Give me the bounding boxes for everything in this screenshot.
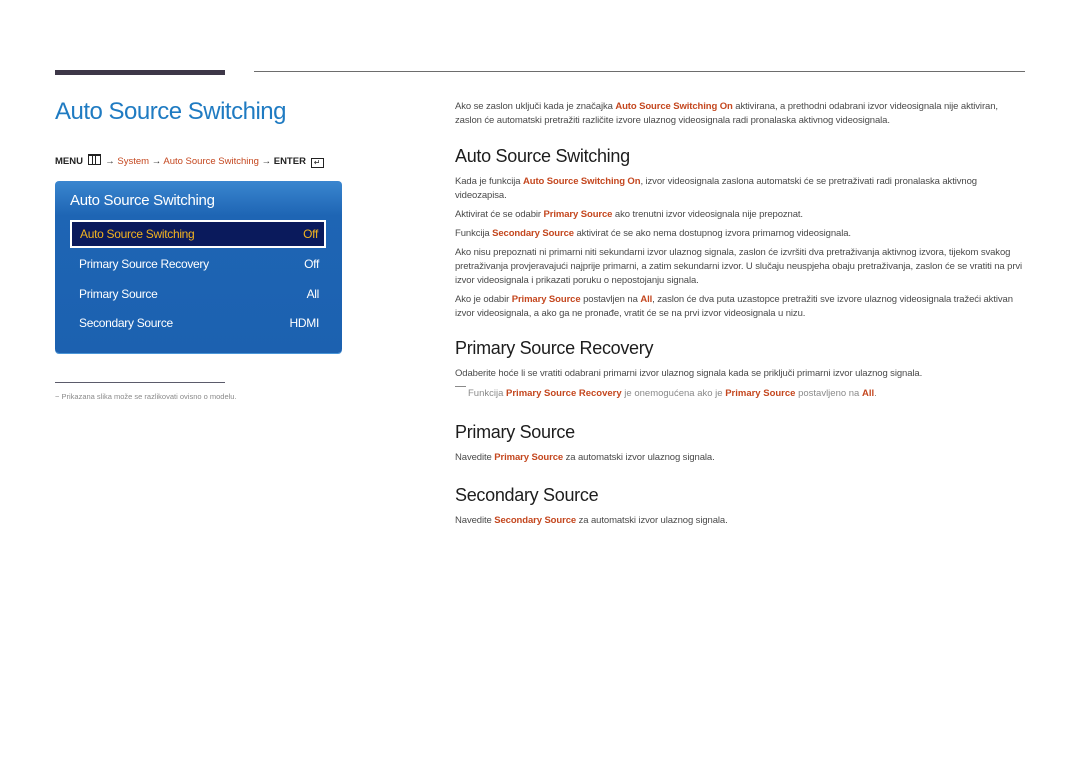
text: je onemogućena ako je [621, 388, 726, 399]
footnote: − Prikazana slika može se razlikovati ov… [55, 392, 237, 401]
paragraph: Ako nisu prepoznati ni primarni niti sek… [455, 247, 1023, 286]
osd-item-label: Primary Source [79, 287, 158, 301]
osd-menu-panel: Auto Source Switching Auto Source Switch… [55, 181, 342, 353]
text: Ako se zaslon uključi kada je značajka [455, 101, 616, 112]
text: . [874, 388, 877, 399]
osd-item-auto-source-switching[interactable]: Auto Source Switching Off [70, 220, 326, 248]
text: Kada je funkcija [455, 176, 524, 187]
osd-item-label: Secondary Source [79, 316, 173, 330]
osd-item-value: Off [304, 257, 319, 271]
highlight-term: Primary Source Recovery [506, 388, 622, 399]
arrow-1: → [105, 156, 115, 167]
paragraph: Kada je funkcija Auto Source Switching O… [455, 175, 1027, 203]
osd-item-value: All [306, 287, 320, 301]
heading-primary-source-recovery: Primary Source Recovery [455, 338, 654, 358]
text: Ako je odabir [455, 294, 512, 305]
paragraph: Funkcija Secondary Source aktivirat će s… [455, 227, 1027, 241]
breadcrumb-auto-source-switching: Auto Source Switching [163, 156, 259, 167]
paragraph: Navedite Secondary Source za automatski … [455, 514, 1027, 528]
osd-title: Auto Source Switching [70, 192, 215, 209]
heading-primary-source: Primary Source [455, 422, 575, 442]
menu-path-breadcrumb: MENU → System → Auto Source Switching → … [55, 154, 324, 168]
highlight-term: All [640, 294, 653, 305]
header-rule-thin [254, 71, 1025, 72]
osd-item-value: Off [303, 227, 318, 241]
osd-item-primary-source-recovery[interactable]: Primary Source Recovery Off [71, 251, 325, 277]
main-content: Ako se zaslon uključi kada je značajka A… [455, 100, 1027, 533]
text: Navedite [455, 452, 495, 463]
header-rule-thick [55, 70, 225, 75]
paragraph: Ako je odabir Primary Source postavljen … [455, 293, 1027, 321]
arrow-2: → [151, 156, 162, 167]
text: za automatski izvor ulaznog signala. [576, 515, 728, 526]
text: Navedite [455, 515, 495, 526]
highlight-term: All [861, 388, 875, 399]
highlight-term: Auto Source Switching On [615, 101, 733, 112]
paragraph: Navedite Primary Source za automatski iz… [455, 451, 1027, 465]
paragraph: Aktivirat će se odabir Primary Source ak… [455, 208, 1027, 222]
text: postavljeno na [795, 388, 862, 399]
highlight-term: Primary Source [543, 209, 613, 220]
heading-auto-source-switching: Auto Source Switching [455, 146, 630, 166]
menu-label: MENU [55, 156, 83, 167]
text: Aktivirat će se odabir [455, 209, 544, 220]
osd-item-label: Auto Source Switching [80, 227, 195, 241]
enter-return-icon: ↵ [310, 158, 324, 168]
text: postavljen na [580, 294, 641, 305]
text: ako trenutni izvor videosignala nije pre… [612, 209, 803, 220]
breadcrumb-system: System [117, 156, 150, 167]
note: Funkcija Primary Source Recovery je onem… [455, 386, 1027, 401]
footnote-dash: − [55, 392, 60, 401]
text: za automatski izvor ulaznog signala. [563, 452, 715, 463]
footnote-divider [55, 382, 225, 383]
paragraph: Odaberite hoće li se vratiti odabrani pr… [455, 368, 923, 379]
highlight-term: Auto Source Switching On [523, 176, 641, 187]
note-dash [455, 386, 466, 387]
highlight-term: Primary Source [511, 294, 581, 305]
highlight-term: Secondary Source [494, 515, 577, 526]
enter-label: ENTER [273, 156, 306, 167]
highlight-term: Primary Source [725, 388, 796, 399]
osd-item-label: Primary Source Recovery [79, 257, 209, 271]
osd-item-primary-source[interactable]: Primary Source All [71, 281, 325, 307]
text: aktivirat će se ako nema dostupnog izvor… [573, 228, 851, 239]
arrow-3: → [261, 156, 272, 167]
heading-secondary-source: Secondary Source [455, 485, 599, 505]
menu-grid-icon [87, 154, 101, 165]
intro-paragraph: Ako se zaslon uključi kada je značajka A… [455, 100, 1027, 128]
text: Funkcija [468, 388, 507, 399]
highlight-term: Secondary Source [492, 228, 574, 239]
footnote-text: Prikazana slika može se razlikovati ovis… [61, 392, 237, 401]
page-title: Auto Source Switching [55, 98, 286, 125]
highlight-term: Primary Source [494, 452, 564, 463]
osd-item-value: HDMI [289, 316, 320, 330]
osd-item-secondary-source[interactable]: Secondary Source HDMI [71, 310, 325, 336]
text: Funkcija [455, 228, 493, 239]
